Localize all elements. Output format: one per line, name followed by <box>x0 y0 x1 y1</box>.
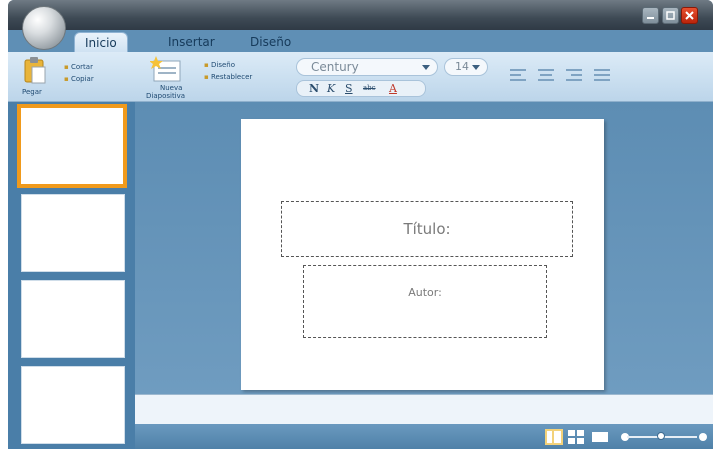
copy-label: Copiar <box>70 75 94 83</box>
new-slide-label-1: Nueva <box>160 84 183 92</box>
title-placeholder[interactable]: Título: <box>281 201 573 257</box>
office-button[interactable] <box>22 6 66 50</box>
zoom-slider-handle[interactable] <box>657 432 665 440</box>
maximize-icon <box>666 11 675 20</box>
minimize-button[interactable] <box>642 7 659 24</box>
strikethrough-button[interactable]: abc <box>363 81 376 96</box>
font-size-value: 14 <box>455 60 469 73</box>
copy-button[interactable]: ▪ Copiar <box>64 74 94 84</box>
slide-canvas[interactable]: Título: Autor: <box>241 119 604 390</box>
format-toolbar: N K S abc A <box>296 80 426 97</box>
underline-button[interactable]: S <box>345 81 353 96</box>
slide-thumbnail-4[interactable] <box>21 366 125 444</box>
font-size-select[interactable]: 14 <box>444 58 488 76</box>
slide-thumbnail-2[interactable] <box>21 194 125 272</box>
tab-insertar[interactable]: Insertar <box>158 32 225 52</box>
zoom-in-button[interactable] <box>699 433 707 441</box>
justify-button[interactable] <box>594 69 610 81</box>
slide-thumbnail-3[interactable] <box>21 280 125 358</box>
font-color-button[interactable]: A <box>389 81 397 96</box>
normal-view-icon[interactable] <box>545 429 563 445</box>
reset-label: Restablecer <box>210 73 253 81</box>
ribbon: Pegar ▪ Cortar ▪ Copiar Nueva Diapositiv… <box>8 52 713 102</box>
layout-button[interactable]: ▪ Diseño <box>204 60 235 70</box>
tab-inicio[interactable]: Inicio <box>74 32 128 52</box>
slide-thumbnail-1[interactable] <box>17 104 127 188</box>
slide-thumbnails-panel <box>8 102 135 449</box>
bold-button[interactable]: N <box>309 81 319 96</box>
alignment-group <box>510 68 630 87</box>
cut-button[interactable]: ▪ Cortar <box>64 62 93 72</box>
font-name-value: Century <box>311 60 359 74</box>
cut-label: Cortar <box>70 63 93 71</box>
author-placeholder[interactable]: Autor: <box>303 265 547 338</box>
tab-diseno[interactable]: Diseño <box>240 32 301 52</box>
align-right-button[interactable] <box>566 69 582 81</box>
font-name-select[interactable]: Century <box>296 58 438 76</box>
italic-button[interactable]: K <box>327 81 335 96</box>
slide-sorter-icon[interactable] <box>567 429 585 445</box>
new-slide-icon <box>150 56 181 82</box>
align-left-button[interactable] <box>510 69 526 81</box>
notes-pane[interactable] <box>135 394 713 424</box>
chevron-down-icon <box>472 65 480 70</box>
chevron-down-icon <box>422 65 430 70</box>
minimize-icon <box>647 17 654 19</box>
presentation-window: Inicio Insertar Diseño Pegar ▪ Cortar ▪ … <box>8 0 713 449</box>
layout-label: Diseño <box>210 61 235 69</box>
reset-button[interactable]: ▪ Restablecer <box>204 72 252 82</box>
maximize-button[interactable] <box>662 7 679 24</box>
slideshow-icon[interactable] <box>591 429 609 445</box>
close-button[interactable] <box>681 7 698 24</box>
ribbon-tabs: Inicio Insertar Diseño <box>8 30 713 52</box>
title-bar <box>8 0 713 30</box>
paste-icon <box>24 57 46 84</box>
status-bar <box>135 424 713 449</box>
close-icon <box>685 11 694 20</box>
paste-label: Pegar <box>22 88 42 96</box>
new-slide-label-2: Diapositiva <box>146 92 186 100</box>
align-center-button[interactable] <box>538 69 554 81</box>
